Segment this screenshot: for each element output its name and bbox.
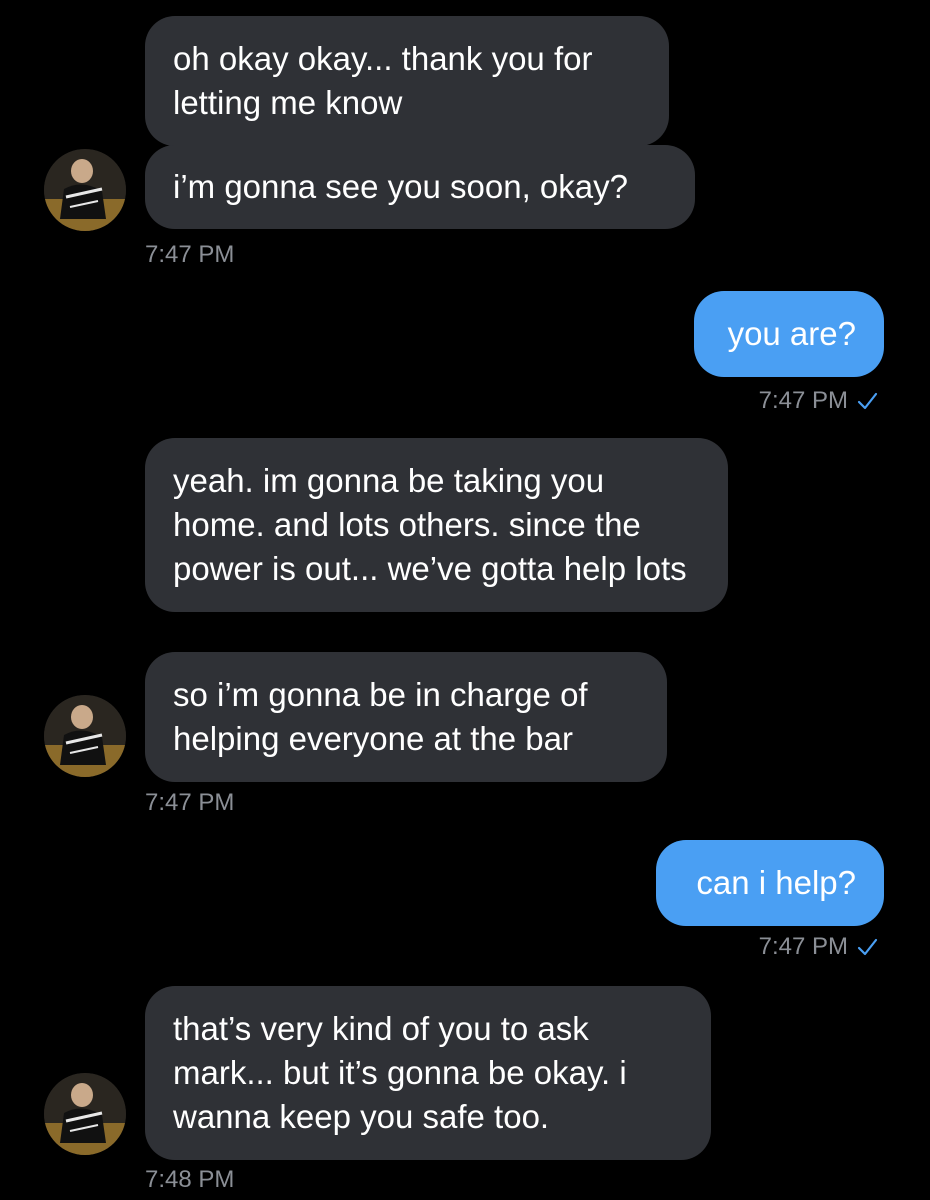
timestamp: 7:48 PM <box>145 1166 235 1193</box>
timestamp-row: 7:47 PM <box>759 386 878 416</box>
message-text: you are? <box>727 315 856 352</box>
avatar-photo-icon <box>44 695 126 777</box>
timestamp: 7:47 PM <box>145 241 235 268</box>
contact-avatar[interactable] <box>44 695 126 777</box>
timestamp: 7:47 PM <box>758 387 848 414</box>
timestamp-row: 7:47 PM <box>759 932 878 962</box>
checkmark-icon <box>857 938 878 956</box>
message-text: yeah. im gonna be taking you home. and l… <box>173 462 687 587</box>
contact-avatar[interactable] <box>44 149 126 231</box>
avatar-photo-icon <box>44 1073 126 1155</box>
outgoing-message[interactable]: you are? <box>694 291 884 377</box>
contact-avatar[interactable] <box>44 1073 126 1155</box>
message-text: i’m gonna see you soon, okay? <box>173 168 628 205</box>
incoming-message[interactable]: i’m gonna see you soon, okay? <box>145 145 695 229</box>
incoming-message[interactable]: so i’m gonna be in charge of helping eve… <box>145 652 667 782</box>
outgoing-message[interactable]: can i help? <box>656 840 884 926</box>
message-text: so i’m gonna be in charge of helping eve… <box>173 676 588 757</box>
message-text: oh okay okay... thank you for letting me… <box>173 40 593 121</box>
message-text: that’s very kind of you to ask mark... b… <box>173 1010 627 1135</box>
incoming-message[interactable]: oh okay okay... thank you for letting me… <box>145 16 669 146</box>
incoming-message[interactable]: yeah. im gonna be taking you home. and l… <box>145 438 728 612</box>
timestamp: 7:47 PM <box>145 789 235 816</box>
message-text: can i help? <box>696 864 856 901</box>
avatar-photo-icon <box>44 149 126 231</box>
timestamp: 7:47 PM <box>758 933 848 960</box>
incoming-message[interactable]: that’s very kind of you to ask mark... b… <box>145 986 711 1160</box>
checkmark-icon <box>857 392 878 410</box>
